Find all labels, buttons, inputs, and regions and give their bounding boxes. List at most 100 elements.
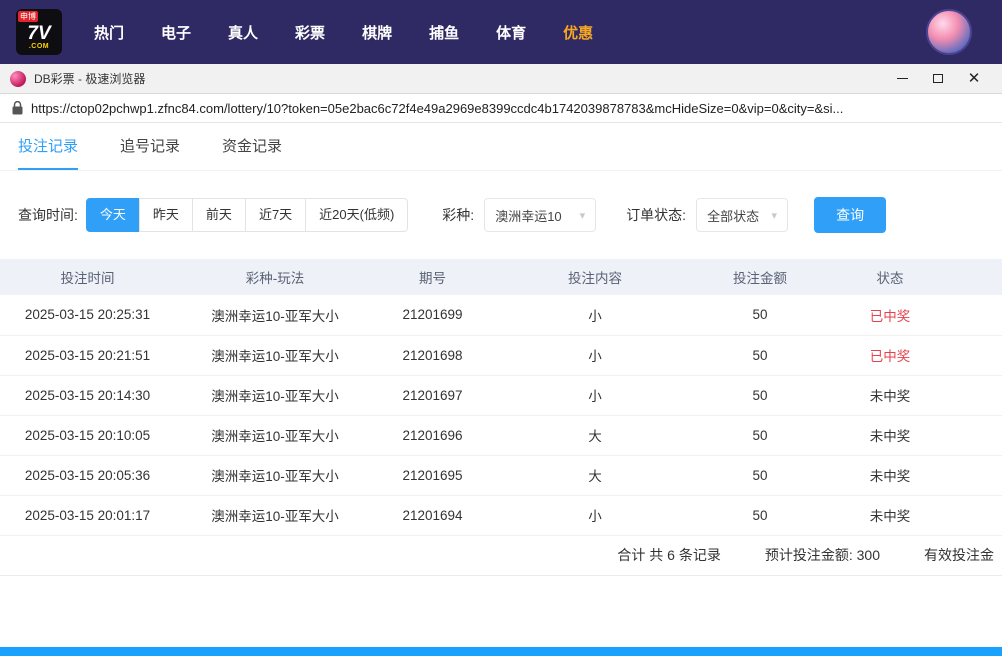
content-cell: 小 xyxy=(490,335,700,375)
time-cell: 2025-03-15 20:01:17 xyxy=(0,495,175,535)
nav-item-fishing[interactable]: 捕鱼 xyxy=(429,22,459,43)
lottery-select-value: 澳洲幸运10 xyxy=(495,206,561,225)
nav-item-electronic[interactable]: 电子 xyxy=(161,22,191,43)
time-option-day-before[interactable]: 前天 xyxy=(192,198,246,232)
play-cell: 澳洲幸运10-亚军大小 xyxy=(175,335,375,375)
tab-fund-records[interactable]: 资金记录 xyxy=(222,123,282,170)
status-cell: 未中奖 xyxy=(820,495,960,535)
nav-item-chess[interactable]: 棋牌 xyxy=(362,22,392,43)
content-cell: 小 xyxy=(490,495,700,535)
summary-valid-amount: 有效投注金 xyxy=(924,545,994,565)
time-option-20days[interactable]: 近20天(低频) xyxy=(305,198,408,232)
nav-item-live[interactable]: 真人 xyxy=(228,22,258,43)
header-lottery-play: 彩种-玩法 xyxy=(175,259,375,295)
maximize-button[interactable] xyxy=(920,64,956,94)
table-row: 2025-03-15 20:25:31 澳洲幸运10-亚军大小 21201699… xyxy=(0,295,1002,335)
issue-cell: 21201694 xyxy=(375,495,490,535)
close-button[interactable]: ✕ xyxy=(956,64,992,94)
header-status: 状态 xyxy=(820,259,960,295)
status-cell: 未中奖 xyxy=(820,455,960,495)
tab-bet-records[interactable]: 投注记录 xyxy=(18,123,78,170)
table-row: 2025-03-15 20:01:17 澳洲幸运10-亚军大小 21201694… xyxy=(0,495,1002,535)
time-cell: 2025-03-15 20:21:51 xyxy=(0,335,175,375)
time-cell: 2025-03-15 20:05:36 xyxy=(0,455,175,495)
content-cell: 大 xyxy=(490,415,700,455)
table-row: 2025-03-15 20:14:30 澳洲幸运10-亚军大小 21201697… xyxy=(0,375,1002,415)
bet-records-table: 投注时间 彩种-玩法 期号 投注内容 投注金额 状态 2025-03-15 20… xyxy=(0,259,1002,536)
amount-cell: 50 xyxy=(700,495,820,535)
logo-name: 7V xyxy=(27,24,50,43)
minimize-button[interactable] xyxy=(884,64,920,94)
nav-item-lottery[interactable]: 彩票 xyxy=(295,22,325,43)
time-option-today[interactable]: 今天 xyxy=(86,198,140,232)
chevron-down-icon: ▾ xyxy=(580,209,586,222)
amount-cell: 50 xyxy=(700,295,820,335)
status-cell: 未中奖 xyxy=(820,375,960,415)
order-status-select[interactable]: 全部状态 ▾ xyxy=(696,198,788,232)
address-bar[interactable]: https://ctop02pchwp1.zfnc84.com/lottery/… xyxy=(0,94,1002,123)
chevron-down-icon: ▾ xyxy=(772,209,778,222)
bottom-strip xyxy=(0,647,1002,656)
record-tabs: 投注记录 追号记录 资金记录 xyxy=(0,123,1002,171)
header-bet-content: 投注内容 xyxy=(490,259,700,295)
play-cell: 澳洲幸运10-亚军大小 xyxy=(175,455,375,495)
play-cell: 澳洲幸运10-亚军大小 xyxy=(175,295,375,335)
amount-cell: 50 xyxy=(700,335,820,375)
lottery-filter-label: 彩种: xyxy=(442,205,474,225)
filter-bar: 查询时间: 今天 昨天 前天 近7天 近20天(低频) 彩种: 澳洲幸运10 ▾… xyxy=(0,197,1002,233)
top-nav-bar: 申博 7V .COM 热门 电子 真人 彩票 棋牌 捕鱼 体育 优惠 xyxy=(0,0,1002,64)
time-option-yesterday[interactable]: 昨天 xyxy=(139,198,193,232)
search-button[interactable]: 查询 xyxy=(814,197,886,233)
status-cell: 已中奖 xyxy=(820,295,960,335)
browser-app-icon xyxy=(10,71,26,87)
issue-cell: 21201697 xyxy=(375,375,490,415)
issue-cell: 21201699 xyxy=(375,295,490,335)
user-avatar[interactable] xyxy=(926,9,972,55)
tab-chase-records[interactable]: 追号记录 xyxy=(120,123,180,170)
window-title-bar: DB彩票 - 极速浏览器 ✕ xyxy=(0,64,1002,94)
time-range-group: 今天 昨天 前天 近7天 近20天(低频) xyxy=(86,198,408,232)
url-text: https://ctop02pchwp1.zfnc84.com/lottery/… xyxy=(31,101,843,116)
status-cell: 已中奖 xyxy=(820,335,960,375)
content-cell: 小 xyxy=(490,295,700,335)
status-cell: 未中奖 xyxy=(820,415,960,455)
play-cell: 澳洲幸运10-亚军大小 xyxy=(175,495,375,535)
table-row: 2025-03-15 20:10:05 澳洲幸运10-亚军大小 21201696… xyxy=(0,415,1002,455)
header-bet-time: 投注时间 xyxy=(0,259,175,295)
lock-icon xyxy=(12,101,23,115)
logo-badge: 申博 xyxy=(18,11,38,22)
table-header-row: 投注时间 彩种-玩法 期号 投注内容 投注金额 状态 xyxy=(0,259,1002,295)
time-cell: 2025-03-15 20:25:31 xyxy=(0,295,175,335)
nav-item-sports[interactable]: 体育 xyxy=(496,22,526,43)
content-cell: 大 xyxy=(490,455,700,495)
amount-cell: 50 xyxy=(700,375,820,415)
summary-row: 合计 共 6 条记录 预计投注金额: 300 有效投注金 xyxy=(0,536,1002,576)
maximize-icon xyxy=(933,74,943,83)
play-cell: 澳洲幸运10-亚军大小 xyxy=(175,375,375,415)
time-cell: 2025-03-15 20:14:30 xyxy=(0,375,175,415)
minimize-icon xyxy=(897,78,908,79)
content-cell: 小 xyxy=(490,375,700,415)
header-bet-amount: 投注金额 xyxy=(700,259,820,295)
summary-expected-amount: 预计投注金额: 300 xyxy=(765,545,880,565)
close-icon: ✕ xyxy=(968,71,981,86)
time-filter-label: 查询时间: xyxy=(18,205,78,225)
summary-total: 合计 共 6 条记录 xyxy=(617,545,720,565)
top-nav-menu: 热门 电子 真人 彩票 棋牌 捕鱼 体育 优惠 xyxy=(94,22,593,43)
issue-cell: 21201696 xyxy=(375,415,490,455)
status-filter-label: 订单状态: xyxy=(626,205,686,225)
nav-item-promo[interactable]: 优惠 xyxy=(563,22,593,43)
amount-cell: 50 xyxy=(700,415,820,455)
time-option-7days[interactable]: 近7天 xyxy=(245,198,306,232)
window-title: DB彩票 - 极速浏览器 xyxy=(34,70,145,87)
header-issue: 期号 xyxy=(375,259,490,295)
table-row: 2025-03-15 20:21:51 澳洲幸运10-亚军大小 21201698… xyxy=(0,335,1002,375)
amount-cell: 50 xyxy=(700,455,820,495)
header-filler xyxy=(960,259,1002,295)
site-logo[interactable]: 申博 7V .COM xyxy=(16,9,62,55)
status-select-value: 全部状态 xyxy=(707,206,759,225)
table-row: 2025-03-15 20:05:36 澳洲幸运10-亚军大小 21201695… xyxy=(0,455,1002,495)
time-cell: 2025-03-15 20:10:05 xyxy=(0,415,175,455)
lottery-select[interactable]: 澳洲幸运10 ▾ xyxy=(484,198,596,232)
nav-item-hot[interactable]: 热门 xyxy=(94,22,124,43)
